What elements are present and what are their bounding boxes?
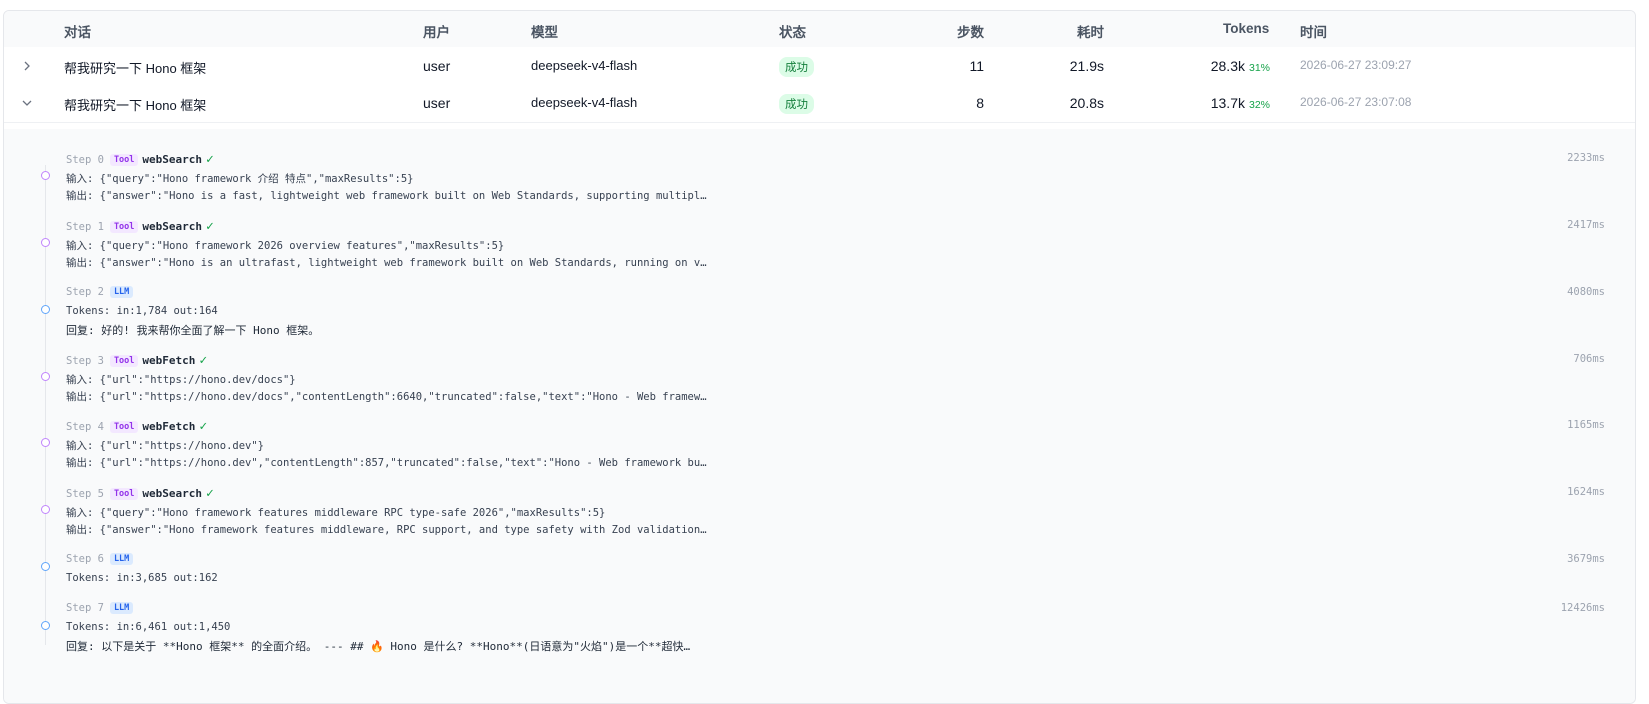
tool-tag: Tool (109, 421, 139, 433)
row-steps: 11 (969, 58, 984, 74)
tool-name: webSearch (142, 487, 203, 500)
header-model[interactable]: 模型 (531, 21, 558, 41)
step-label: Step 4 (66, 421, 104, 433)
header-duration[interactable]: 耗时 (1077, 21, 1104, 41)
status-badge: 成功 (779, 94, 814, 114)
check-icon: ✓ (206, 219, 214, 234)
table-row[interactable]: 帮我研究一下 Hono 框架 user deepseek-v4-flash 成功… (4, 84, 1635, 123)
step-output: 输出: {"answer":"Hono is an ultrafast, lig… (66, 257, 707, 269)
step-reply: 回复: 以下是关于 **Hono 框架** 的全面介绍。 --- ## 🔥 Ho… (66, 640, 691, 653)
step-input: 输入: {"query":"Hono framework features mi… (66, 507, 606, 519)
step-duration: 12426ms (1560, 602, 1605, 614)
tool-tag: Tool (109, 221, 139, 233)
llm-tag: LLM (109, 286, 134, 298)
table-header: 对话 用户 模型 状态 步数 耗时 Tokens 时间 (4, 11, 1635, 48)
tool-tag: Tool (109, 488, 139, 500)
step-input: 输入: {"query":"Hono framework 2026 overvi… (66, 240, 505, 252)
tool-name: webFetch (142, 354, 196, 367)
header-steps[interactable]: 步数 (957, 21, 984, 41)
check-icon: ✓ (206, 486, 214, 501)
timeline-line (45, 165, 46, 645)
row-time: 2026-06-27 23:09:27 (1300, 58, 1412, 72)
header-tokens[interactable]: Tokens (1223, 21, 1269, 36)
row-model: deepseek-v4-flash (531, 95, 638, 110)
timeline-dot-llm (41, 562, 50, 571)
chevron-right-icon[interactable] (20, 59, 34, 73)
step-duration: 1165ms (1567, 419, 1605, 431)
step-duration: 2233ms (1567, 152, 1605, 164)
row-duration: 20.8s (1069, 95, 1104, 111)
row-user: user (423, 58, 451, 74)
step-label: Step 2 (66, 286, 104, 298)
tool-name: webFetch (142, 420, 196, 433)
step-duration: 1624ms (1567, 486, 1605, 498)
chevron-down-icon[interactable] (20, 96, 34, 110)
timeline-dot-tool (41, 438, 50, 447)
step-tokens: Tokens: in:3,685 out:162 (66, 572, 218, 584)
header-conversation[interactable]: 对话 (64, 21, 91, 41)
header-time[interactable]: 时间 (1300, 21, 1327, 41)
tool-tag: Tool (109, 355, 139, 367)
row-tokens: 28.3k 31% (1174, 58, 1270, 74)
row-steps: 8 (976, 95, 984, 111)
status-badge: 成功 (779, 57, 814, 77)
tool-name: webSearch (142, 153, 203, 166)
step-label: Step 5 (66, 488, 104, 500)
step-label: Step 1 (66, 221, 104, 233)
row-model: deepseek-v4-flash (531, 58, 638, 73)
step-duration: 2417ms (1567, 219, 1605, 231)
table-row[interactable]: 帮我研究一下 Hono 框架 user deepseek-v4-flash 成功… (4, 47, 1635, 86)
row-title: 帮我研究一下 Hono 框架 (64, 61, 207, 76)
step-reply: 回复: 好的! 我来帮你全面了解一下 Hono 框架。 (66, 324, 320, 337)
step-label: Step 6 (66, 553, 104, 565)
timeline-dot-llm (41, 305, 50, 314)
tokens-value: 13.7k (1210, 95, 1245, 111)
timeline-dot-tool (41, 238, 50, 247)
step-duration: 3679ms (1567, 553, 1605, 565)
row-tokens: 13.7k 32% (1174, 95, 1270, 111)
step-duration: 4080ms (1567, 286, 1605, 298)
tokens-value: 28.3k (1210, 58, 1245, 74)
conversation-table: 对话 用户 模型 状态 步数 耗时 Tokens 时间 帮我研究一下 Hono … (3, 10, 1636, 704)
step-duration: 706ms (1573, 353, 1605, 365)
step-output: 输出: {"answer":"Hono is a fast, lightweig… (66, 190, 707, 202)
row-user: user (423, 95, 451, 111)
step-tokens: Tokens: in:1,784 out:164 (66, 305, 218, 317)
header-status[interactable]: 状态 (779, 21, 806, 41)
step-timeline: Step 0 Tool webSearch ✓ 2233ms 输入: {"query"… (4, 129, 1635, 703)
step-label: Step 0 (66, 154, 104, 166)
step-input: 输入: {"url":"https://hono.dev/docs"} (66, 374, 296, 386)
step-label: Step 7 (66, 602, 104, 614)
step-input: 输入: {"url":"https://hono.dev"} (66, 440, 265, 452)
row-time: 2026-06-27 23:07:08 (1300, 95, 1412, 109)
step-input: 输入: {"query":"Hono framework 介绍 特点","max… (66, 173, 414, 185)
step-output: 输出: {"answer":"Hono framework features m… (66, 524, 707, 536)
tokens-percent: 32% (1248, 99, 1270, 111)
timeline-dot-tool (41, 505, 50, 514)
tool-name: webSearch (142, 220, 203, 233)
row-title: 帮我研究一下 Hono 框架 (64, 98, 207, 113)
tool-tag: Tool (109, 154, 139, 166)
timeline-dot-tool (41, 372, 50, 381)
step-output: 输出: {"url":"https://hono.dev/docs","cont… (66, 391, 707, 403)
check-icon: ✓ (199, 419, 208, 434)
check-icon: ✓ (199, 353, 208, 368)
header-user[interactable]: 用户 (423, 21, 450, 41)
step-label: Step 3 (66, 355, 104, 367)
tokens-percent: 31% (1248, 62, 1270, 74)
llm-tag: LLM (109, 553, 134, 565)
step-output: 输出: {"url":"https://hono.dev","contentLe… (66, 457, 707, 469)
row-duration: 21.9s (1069, 58, 1104, 74)
llm-tag: LLM (109, 602, 134, 614)
timeline-dot-tool (41, 171, 50, 180)
timeline-dot-llm (41, 621, 50, 630)
check-icon: ✓ (206, 152, 214, 167)
step-tokens: Tokens: in:6,461 out:1,450 (66, 621, 231, 633)
